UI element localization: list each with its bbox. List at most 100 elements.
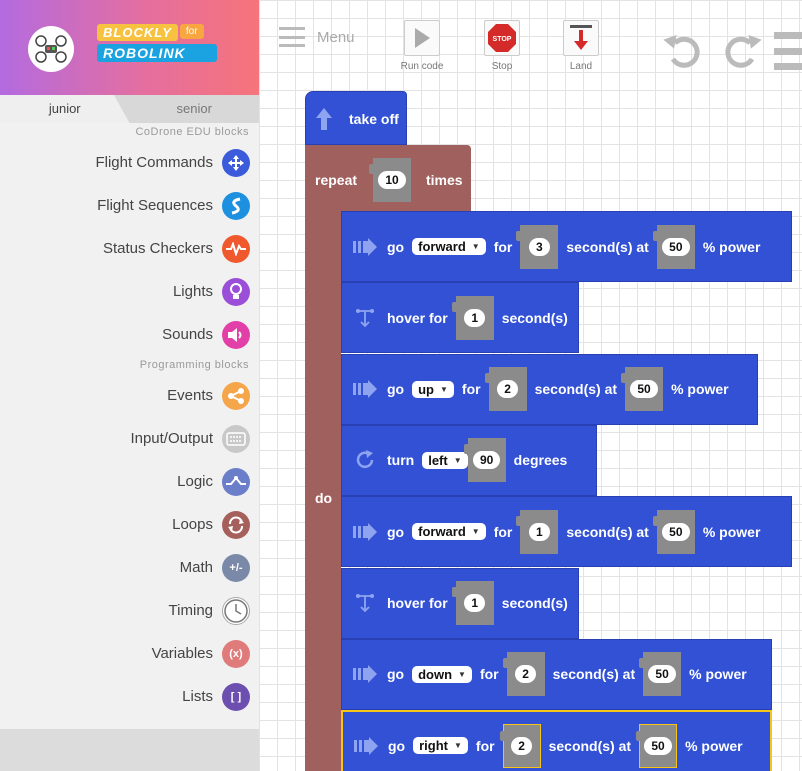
run-code-label: Run code bbox=[400, 61, 444, 72]
unit-label: second(s) bbox=[501, 309, 568, 326]
play-icon bbox=[404, 20, 440, 56]
power-label: % power bbox=[685, 737, 743, 754]
power-value[interactable]: 50 bbox=[662, 237, 690, 256]
duration-value[interactable]: 3 bbox=[529, 237, 550, 256]
category-lights[interactable]: Lights bbox=[0, 270, 259, 313]
redo-button[interactable] bbox=[720, 31, 762, 76]
go-block[interactable]: go forward ▼ for 1 second(s) at 50 % power bbox=[341, 496, 792, 568]
category-input-output[interactable]: Input/Output bbox=[0, 417, 259, 460]
do-label: do bbox=[315, 490, 333, 506]
for-label: for bbox=[461, 381, 481, 398]
direction-dropdown[interactable]: up ▼ bbox=[412, 380, 454, 398]
drone-arrows-icon bbox=[222, 148, 250, 177]
go-block[interactable]: go forward ▼ for 3 second(s) at 50 % power bbox=[341, 211, 792, 282]
hover-label: hover for bbox=[387, 595, 448, 611]
go-label: go bbox=[387, 666, 405, 683]
hover-block[interactable]: hover for 1 second(s) bbox=[341, 567, 579, 639]
run-code-button[interactable]: Run code bbox=[401, 20, 443, 72]
repeat-count-value[interactable]: 10 bbox=[378, 171, 406, 189]
share-icon bbox=[222, 381, 250, 410]
duration-slot[interactable]: 1 bbox=[451, 295, 494, 340]
power-value[interactable]: 50 bbox=[630, 380, 658, 399]
direction-dropdown[interactable]: left ▼ bbox=[422, 451, 468, 469]
workspace-menu-icon[interactable] bbox=[774, 32, 802, 70]
go-block[interactable]: go down ▼ for 2 second(s) at 50 % power bbox=[341, 638, 772, 710]
hover-block[interactable]: hover for 1 second(s) bbox=[341, 282, 579, 354]
duration-slot[interactable]: 2 bbox=[499, 723, 541, 768]
degrees-value[interactable]: 90 bbox=[472, 451, 501, 470]
turn-block[interactable]: turn left ▼ 90 degrees bbox=[341, 424, 597, 496]
category-flight-commands[interactable]: Flight Commands bbox=[0, 141, 259, 184]
stop-label: Stop bbox=[491, 61, 513, 72]
duration-slot[interactable]: 2 bbox=[484, 367, 527, 412]
duration-slot[interactable]: 3 bbox=[516, 224, 559, 269]
direction-dropdown[interactable]: down ▼ bbox=[412, 665, 472, 683]
direction-dropdown[interactable]: forward ▼ bbox=[412, 238, 486, 255]
land-button[interactable]: Land bbox=[561, 20, 601, 72]
duration-slot[interactable]: 2 bbox=[502, 652, 545, 697]
section-label-codrone: CoDrone EDU blocks bbox=[135, 126, 249, 138]
category-status-checkers[interactable]: Status Checkers bbox=[0, 227, 259, 270]
go-label: go bbox=[387, 381, 405, 398]
tab-senior[interactable]: senior bbox=[130, 95, 260, 123]
unit-label: second(s) at bbox=[566, 523, 649, 540]
power-value[interactable]: 50 bbox=[648, 665, 676, 684]
hover-icon bbox=[351, 307, 379, 329]
for-label: for bbox=[493, 238, 513, 255]
power-slot[interactable]: 50 bbox=[636, 723, 678, 768]
go-block[interactable]: go right ▼ for 2 second(s) at 50 % power bbox=[341, 710, 772, 771]
tab-junior[interactable]: junior bbox=[0, 95, 130, 123]
stop-sign-text: STOP bbox=[493, 36, 512, 43]
category-variables[interactable]: Variables (x) bbox=[0, 632, 259, 675]
power-slot[interactable]: 50 bbox=[652, 224, 695, 269]
duration-slot[interactable]: 1 bbox=[451, 581, 494, 625]
duration-value[interactable]: 1 bbox=[529, 522, 550, 541]
duration-value[interactable]: 2 bbox=[497, 380, 518, 399]
category-label: Input/Output bbox=[130, 430, 213, 447]
direction-value: right bbox=[419, 738, 448, 754]
category-loops[interactable]: Loops bbox=[0, 503, 259, 546]
brand-bottom-text: ROBOLINK bbox=[97, 44, 217, 62]
category-logic[interactable]: Logic bbox=[0, 460, 259, 503]
go-block[interactable]: go up ▼ for 2 second(s) at 50 % power bbox=[341, 353, 758, 425]
menu-button[interactable]: Menu bbox=[279, 27, 355, 47]
pulse-icon bbox=[222, 234, 250, 263]
repeat-block[interactable]: repeat 10 times bbox=[305, 145, 471, 215]
duration-value[interactable]: 2 bbox=[515, 665, 536, 684]
category-events[interactable]: Events bbox=[0, 374, 259, 417]
level-tabs: junior senior bbox=[0, 95, 259, 123]
direction-value: forward bbox=[418, 524, 466, 540]
s-curve-icon bbox=[222, 191, 250, 220]
category-lists[interactable]: Lists [ ] bbox=[0, 675, 259, 718]
direction-dropdown[interactable]: right ▼ bbox=[413, 737, 468, 755]
loop-icon bbox=[222, 510, 250, 539]
unit-label: second(s) at bbox=[548, 737, 632, 754]
power-label: % power bbox=[702, 523, 761, 540]
duration-value[interactable]: 2 bbox=[511, 736, 532, 755]
undo-button[interactable] bbox=[663, 31, 705, 76]
duration-value[interactable]: 1 bbox=[464, 308, 486, 327]
power-slot[interactable]: 50 bbox=[639, 652, 682, 697]
category-math[interactable]: Math +/- bbox=[0, 546, 259, 589]
degrees-slot[interactable]: 90 bbox=[463, 438, 506, 483]
category-sounds[interactable]: Sounds bbox=[0, 313, 259, 356]
takeoff-block[interactable]: take off bbox=[305, 91, 407, 145]
redo-icon bbox=[725, 34, 762, 68]
repeat-count-slot[interactable]: 10 bbox=[369, 158, 411, 202]
duration-slot[interactable]: 1 bbox=[516, 509, 559, 554]
stop-button[interactable]: STOP Stop bbox=[482, 20, 522, 72]
category-timing[interactable]: Timing bbox=[0, 589, 259, 632]
duration-value[interactable]: 1 bbox=[464, 594, 486, 612]
power-slot[interactable]: 50 bbox=[621, 367, 664, 412]
power-slot[interactable]: 50 bbox=[652, 509, 695, 554]
power-value[interactable]: 50 bbox=[662, 522, 690, 541]
block-workspace[interactable]: take off repeat 10 times do go forward ▼ fo… bbox=[259, 0, 802, 771]
brand-logo: BLOCKLY for ROBOLINK bbox=[97, 24, 217, 62]
land-label: Land bbox=[569, 61, 593, 72]
direction-dropdown[interactable]: forward ▼ bbox=[412, 523, 486, 541]
dropdown-caret-icon: ▼ bbox=[471, 527, 480, 537]
category-flight-sequences[interactable]: Flight Sequences bbox=[0, 184, 259, 227]
move-arrow-icon bbox=[351, 665, 379, 684]
power-value[interactable]: 50 bbox=[644, 736, 672, 755]
brand-for-text: for bbox=[179, 24, 204, 39]
